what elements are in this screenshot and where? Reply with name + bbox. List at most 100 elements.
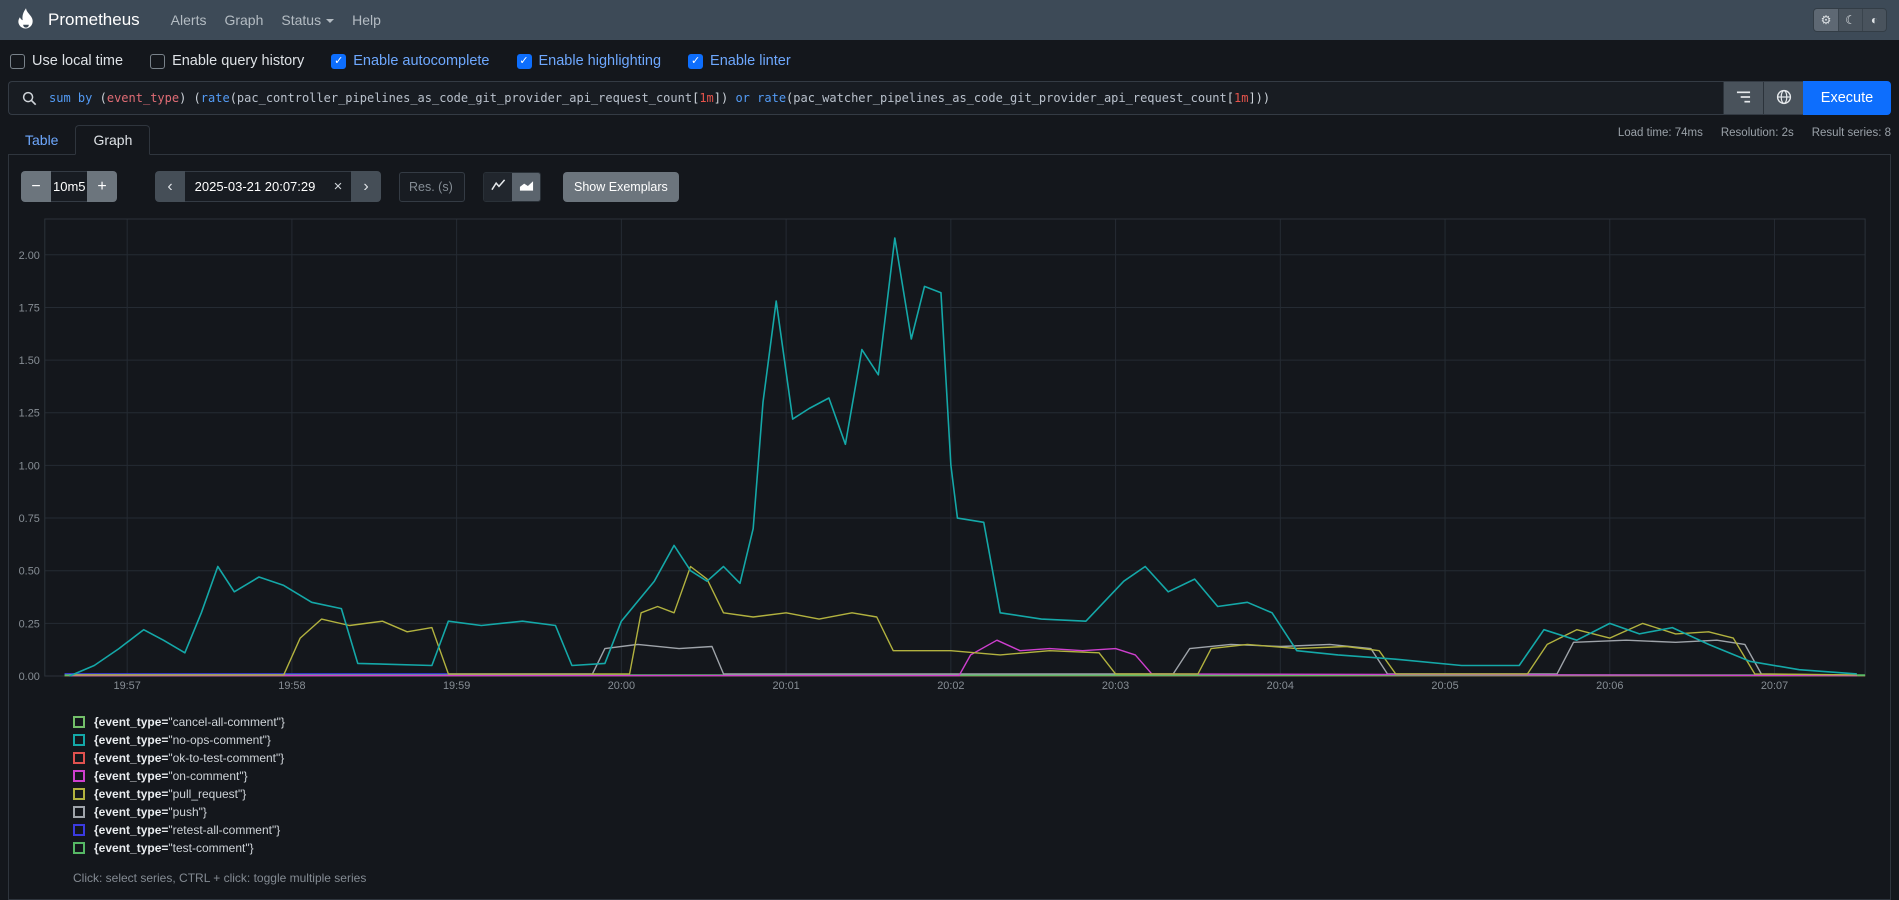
graph-panel: − + ‹ × › <box>8 155 1891 900</box>
svg-text:20:07: 20:07 <box>1761 680 1788 691</box>
resolution: Resolution: 2s <box>1721 127 1794 139</box>
svg-text:0.50: 0.50 <box>19 566 40 578</box>
legend-item-test-comment[interactable]: {event_type="test-comment"} <box>73 839 1890 857</box>
option-enable-query-history[interactable]: Enable query history <box>150 53 304 69</box>
load-time: Load time: 74ms <box>1618 127 1703 139</box>
nav-graph[interactable]: Graph <box>215 6 272 34</box>
time-control: ‹ × › <box>155 171 381 202</box>
svg-text:19:57: 19:57 <box>114 680 141 691</box>
query-expression-input[interactable]: sum by (event_type) (rate(pac_controller… <box>49 82 1723 114</box>
series-label: {event_type="retest-all-comment"} <box>94 823 280 837</box>
legend-item-push[interactable]: {event_type="push"} <box>73 803 1890 821</box>
svg-text:20:00: 20:00 <box>608 680 635 691</box>
checkbox[interactable]: ✓ <box>688 54 703 69</box>
series-swatch <box>73 806 85 818</box>
checkbox[interactable]: ✓ <box>331 54 346 69</box>
nav-help[interactable]: Help <box>343 6 390 34</box>
legend-item-cancel-all-comment[interactable]: {event_type="cancel-all-comment"} <box>73 713 1890 731</box>
gear-icon[interactable]: ⚙ <box>1814 9 1838 31</box>
contrast-icon[interactable]: ◐ <box>1862 9 1886 31</box>
range-zoom-in-button[interactable]: + <box>87 171 117 202</box>
resolution-input[interactable] <box>399 172 465 202</box>
stacked-chart-icon <box>519 178 534 195</box>
query-input-group: sum by (event_type) (rate(pac_controller… <box>8 81 1803 115</box>
show-exemplars-button[interactable]: Show Exemplars <box>563 172 679 202</box>
line-chart-icon <box>491 178 506 195</box>
svg-text:20:04: 20:04 <box>1267 680 1294 691</box>
legend-item-ok-to-test-comment[interactable]: {event_type="ok-to-test-comment"} <box>73 749 1890 767</box>
time-back-button[interactable]: ‹ <box>155 171 185 202</box>
chevron-down-icon <box>326 19 334 23</box>
brand[interactable]: Prometheus <box>12 7 140 34</box>
search-icon <box>9 82 49 114</box>
option-use-local-time[interactable]: Use local time <box>10 53 123 69</box>
svg-text:0.75: 0.75 <box>19 513 40 525</box>
svg-text:2.00: 2.00 <box>19 250 40 262</box>
option-label: Enable autocomplete <box>353 53 489 69</box>
svg-text:1.50: 1.50 <box>19 355 40 367</box>
tab-graph[interactable]: Graph <box>75 125 150 155</box>
checkbox[interactable] <box>150 54 165 69</box>
clear-time-button[interactable]: × <box>325 177 351 196</box>
globe-icon <box>1776 89 1792 108</box>
svg-text:1.25: 1.25 <box>19 408 40 420</box>
moon-icon[interactable]: ☾ <box>1838 9 1862 31</box>
tabs-row: Table Graph Load time: 74ms Resolution: … <box>8 125 1891 155</box>
series-label: {event_type="test-comment"} <box>94 841 254 855</box>
svg-text:20:01: 20:01 <box>772 680 799 691</box>
query-bar: sum by (event_type) (rate(pac_controller… <box>8 81 1891 115</box>
options-row: Use local timeEnable query history✓Enabl… <box>0 40 1899 79</box>
series-label: {event_type="push"} <box>94 805 207 819</box>
checkbox[interactable] <box>10 54 25 69</box>
svg-text:20:05: 20:05 <box>1431 680 1458 691</box>
series-swatch <box>73 716 85 728</box>
theme-button-group: ⚙☾◐ <box>1813 8 1887 32</box>
query-tree-view-button[interactable] <box>1723 82 1763 114</box>
series-swatch <box>73 752 85 764</box>
option-label: Use local time <box>32 53 123 69</box>
datetime-input[interactable] <box>185 178 325 195</box>
option-enable-autocomplete[interactable]: ✓ Enable autocomplete <box>331 53 489 69</box>
series-label: {event_type="on-comment"} <box>94 769 248 783</box>
series-swatch <box>73 734 85 746</box>
nav-alerts[interactable]: Alerts <box>162 6 216 34</box>
execute-button[interactable]: Execute <box>1803 81 1891 115</box>
navbar: Prometheus AlertsGraphStatusHelp ⚙☾◐ <box>0 0 1899 40</box>
query-stats: Load time: 74ms Resolution: 2s Result se… <box>1618 125 1891 139</box>
option-enable-linter[interactable]: ✓Enable linter <box>688 53 791 69</box>
range-zoom-out-button[interactable]: − <box>21 171 51 202</box>
svg-text:1.75: 1.75 <box>19 302 40 314</box>
tab-table[interactable]: Table <box>8 126 75 154</box>
nav-status[interactable]: Status <box>272 6 343 34</box>
svg-text:19:58: 19:58 <box>278 680 305 691</box>
metrics-explorer-button[interactable] <box>1763 82 1803 114</box>
svg-text:0.00: 0.00 <box>19 671 40 683</box>
legend-item-no-ops-comment[interactable]: {event_type="no-ops-comment"} <box>73 731 1890 749</box>
brand-title: Prometheus <box>48 10 140 30</box>
svg-text:1.00: 1.00 <box>19 460 40 472</box>
range-duration-input[interactable] <box>51 171 87 202</box>
series-label: {event_type="cancel-all-comment"} <box>94 715 285 729</box>
svg-text:20:06: 20:06 <box>1596 680 1623 691</box>
result-series: Result series: 8 <box>1812 127 1891 139</box>
line-chart-button[interactable] <box>484 173 512 201</box>
graph-canvas[interactable]: 0.000.250.500.751.001.251.501.752.0019:5… <box>19 214 1880 691</box>
legend: {event_type="cancel-all-comment"} {event_… <box>73 713 1890 857</box>
series-swatch <box>73 824 85 836</box>
legend-item-on-comment[interactable]: {event_type="on-comment"} <box>73 767 1890 785</box>
option-enable-highlighting[interactable]: ✓Enable highlighting <box>517 53 662 69</box>
stacked-chart-button[interactable] <box>512 173 540 201</box>
nav-links: AlertsGraphStatusHelp <box>162 6 390 34</box>
range-control: − + <box>21 171 117 202</box>
legend-item-retest-all-comment[interactable]: {event_type="retest-all-comment"} <box>73 821 1890 839</box>
time-forward-button[interactable]: › <box>351 171 381 202</box>
svg-text:19:59: 19:59 <box>443 680 470 691</box>
checkbox[interactable]: ✓ <box>517 54 532 69</box>
series-swatch <box>73 788 85 800</box>
graph-area: 0.000.250.500.751.001.251.501.752.0019:5… <box>19 214 1880 691</box>
legend-item-pull_request[interactable]: {event_type="pull_request"} <box>73 785 1890 803</box>
chart-type-toggle <box>483 172 541 202</box>
graph-toolbar: − + ‹ × › <box>9 163 1890 206</box>
option-label: Enable query history <box>172 53 304 69</box>
series-swatch <box>73 842 85 854</box>
